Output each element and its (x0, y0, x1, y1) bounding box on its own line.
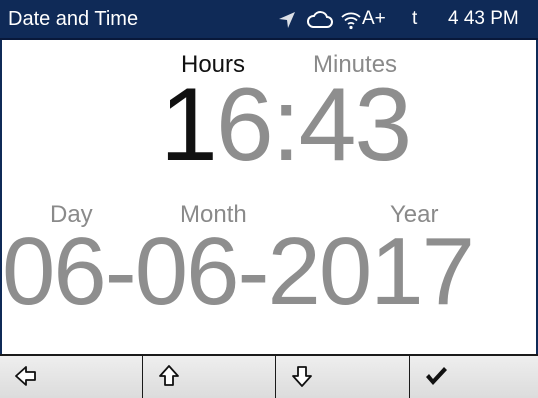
date-time-screen: Date and Time A+ t 4 43 PM Hours Minutes (0, 0, 538, 398)
cloud-icon (306, 9, 334, 31)
left-button[interactable] (0, 356, 143, 398)
location-arrow-icon (276, 9, 298, 31)
screen-title: Date and Time (8, 8, 139, 30)
minutes-value[interactable]: 43 (299, 67, 413, 183)
date-display: 06-06-2017 (2, 218, 476, 325)
checkmark-icon (426, 367, 447, 385)
arrow-left-icon (15, 366, 36, 386)
status-bar: Date and Time A+ t 4 43 PM (0, 0, 538, 40)
year-value[interactable]: 2017 (268, 218, 476, 325)
date-separator-1: - (104, 218, 137, 325)
arrow-up-icon (159, 365, 179, 386)
wifi-icon (340, 9, 362, 31)
hours-digit-2[interactable]: 6 (216, 67, 274, 183)
softkey-bar (0, 354, 538, 398)
day-value[interactable]: 06 (2, 218, 107, 325)
network-indicator: A+ (362, 8, 386, 29)
month-value[interactable]: 06 (135, 218, 240, 325)
date-separator-2: - (237, 218, 270, 325)
hours-digit-1[interactable]: 1 (160, 67, 218, 183)
arrow-down-icon (292, 366, 312, 387)
time-separator: : (271, 67, 301, 183)
up-button[interactable] (143, 356, 276, 398)
confirm-button[interactable] (410, 356, 538, 398)
time-display: 16:43 (160, 67, 413, 183)
carrier-indicator: t (412, 8, 418, 29)
down-button[interactable] (276, 356, 410, 398)
status-clock: 4 43 PM (448, 8, 519, 29)
